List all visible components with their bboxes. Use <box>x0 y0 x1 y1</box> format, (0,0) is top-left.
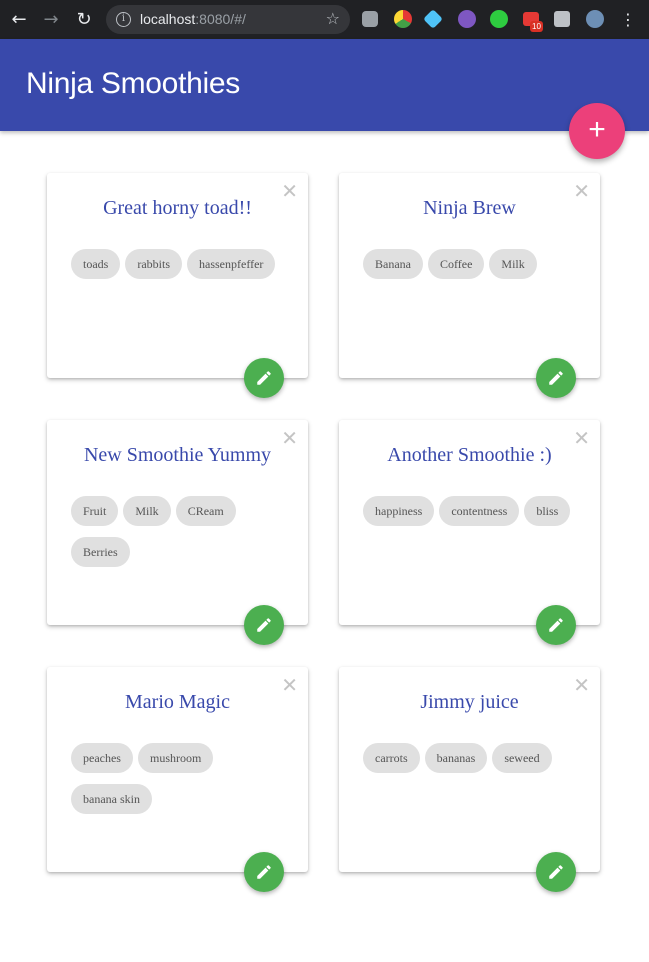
pencil-icon <box>257 371 271 385</box>
smoothie-card: New Smoothie Yummy ✕ Fruit Milk CReam Berries <box>47 420 308 645</box>
ingredient-list: peaches mushroom banana skin <box>71 743 291 814</box>
edit-smoothie-button[interactable] <box>244 358 284 398</box>
smoothie-title: Mario Magic <box>125 691 230 713</box>
delete-smoothie-icon[interactable]: ✕ <box>281 426 298 452</box>
ingredient-list: carrots bananas seweed <box>363 743 583 773</box>
pencil-icon <box>549 618 563 632</box>
ingredient-chip: Coffee <box>427 249 485 279</box>
smoothie-title: Great horny toad!! <box>103 197 252 219</box>
delete-smoothie-icon[interactable]: ✕ <box>573 673 590 699</box>
pencil-icon <box>257 618 271 632</box>
add-smoothie-button[interactable]: + <box>569 103 625 159</box>
ingredient-chip: banana skin <box>71 784 152 814</box>
smoothie-title: Jimmy juice <box>420 691 519 713</box>
ingredient-chip: hassenpfeffer <box>187 249 276 279</box>
smoothie-title: New Smoothie Yummy <box>83 444 272 466</box>
edit-smoothie-button[interactable] <box>536 852 576 892</box>
delete-smoothie-icon[interactable]: ✕ <box>281 179 298 205</box>
smoothie-card: Ninja Brew ✕ Banana Coffee Milk <box>339 173 600 398</box>
pencil-icon <box>257 865 271 879</box>
ingredient-chip: peaches <box>71 743 133 773</box>
edit-smoothie-button[interactable] <box>244 852 284 892</box>
ingredient-chip: toads <box>71 249 121 279</box>
ingredient-chip: contentness <box>439 496 520 526</box>
delete-smoothie-icon[interactable]: ✕ <box>573 179 590 205</box>
ingredient-list: happiness contentness bliss <box>363 496 583 526</box>
smoothie-card: Mario Magic ✕ peaches mushroom banana skin <box>47 667 308 892</box>
edit-smoothie-button[interactable] <box>244 605 284 645</box>
ingredient-chip: Berries <box>71 537 130 567</box>
pencil-icon <box>549 371 563 385</box>
ingredient-chip: happiness <box>363 496 435 526</box>
smoothie-card: Jimmy juice ✕ carrots bananas seweed <box>339 667 600 892</box>
ingredient-chip: bananas <box>424 743 488 773</box>
ingredient-list: Fruit Milk CReam Berries <box>71 496 291 567</box>
ingredient-chip: bliss <box>524 496 571 526</box>
ingredient-chip: CReam <box>175 496 236 526</box>
ingredient-chip: Banana <box>363 249 423 279</box>
ingredient-chip: carrots <box>363 743 420 773</box>
edit-smoothie-button[interactable] <box>536 605 576 645</box>
smoothie-title: Ninja Brew <box>423 197 516 219</box>
smoothie-title: Another Smoothie :) <box>387 444 552 466</box>
ingredient-chip: Fruit <box>71 496 119 526</box>
delete-smoothie-icon[interactable]: ✕ <box>573 426 590 452</box>
ingredient-chip: Milk <box>123 496 171 526</box>
ingredient-chip: seweed <box>492 743 552 773</box>
delete-smoothie-icon[interactable]: ✕ <box>281 673 298 699</box>
edit-smoothie-button[interactable] <box>536 358 576 398</box>
ingredient-list: toads rabbits hassenpfeffer <box>71 249 291 279</box>
smoothie-card: Great horny toad!! ✕ toads rabbits hassenpfe… <box>47 173 308 398</box>
ingredient-chip: rabbits <box>125 249 183 279</box>
ingredient-chip: mushroom <box>137 743 214 773</box>
ingredient-list: Banana Coffee Milk <box>363 249 583 279</box>
smoothie-grid: Great horny toad!! ✕ toads rabbits hassenpfe… <box>0 0 649 962</box>
pencil-icon <box>549 865 563 879</box>
smoothie-card: Another Smoothie :) ✕ happiness contentness… <box>339 420 600 645</box>
ingredient-chip: Milk <box>489 249 537 279</box>
